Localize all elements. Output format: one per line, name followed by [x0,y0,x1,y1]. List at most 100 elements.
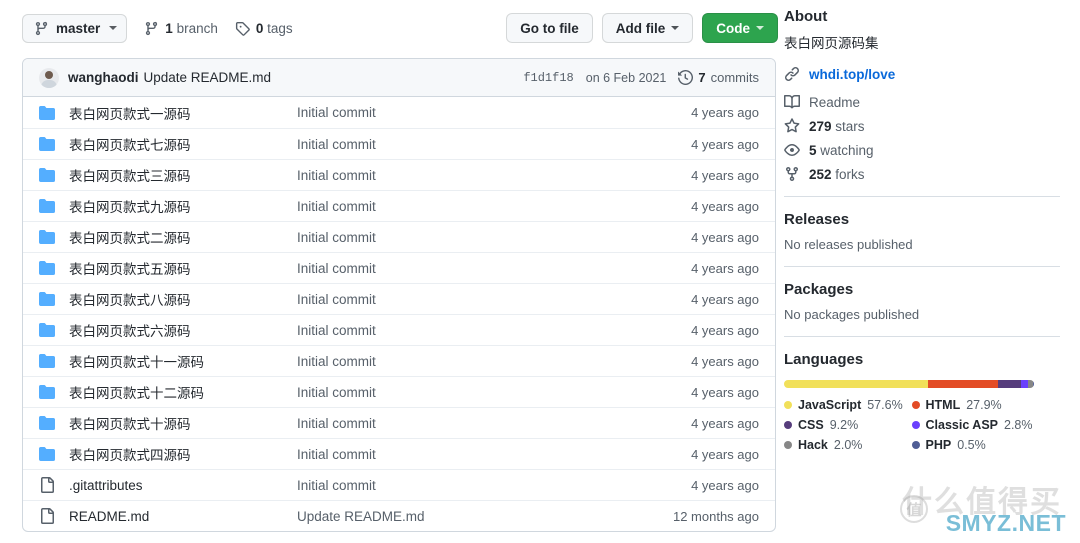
file-commit-message[interactable]: Initial commit [297,137,691,152]
language-name: Classic ASP [925,418,999,433]
table-row[interactable]: 表白网页款式十一源码 Initial commit 4 years ago [23,345,775,376]
language-legend-item[interactable]: CSS 9.2% [784,418,912,432]
language-name: Hack [798,438,828,453]
branches-link[interactable]: 1 branch [144,21,218,36]
forks-link[interactable]: 252 forks [784,166,1060,182]
github-repo-page: master 1 branch 0 tags Go to file Add fi… [0,0,1080,543]
language-percent: 27.9% [966,398,1002,413]
folder-icon [39,260,55,276]
commits-count-label: commits [710,70,759,85]
about-description: 表白网页源码集 [784,36,879,51]
commit-sha[interactable]: f1d1f18 [523,71,573,85]
table-row[interactable]: 表白网页款式九源码 Initial commit 4 years ago [23,190,775,221]
file-name[interactable]: 表白网页款式四源码 [69,444,297,464]
language-legend-item[interactable]: HTML 27.9% [911,398,1040,413]
code-button[interactable]: Code [702,13,778,43]
table-row[interactable]: 表白网页款式七源码 Initial commit 4 years ago [23,128,775,159]
file-commit-message[interactable]: Initial commit [297,416,691,431]
file-name[interactable]: 表白网页款式九源码 [69,196,297,216]
file-listing-box: wanghaodi Update README.md f1d1f18 on 6 … [22,58,776,532]
language-legend-item[interactable]: Classic ASP 2.8% [911,418,1040,433]
link-icon [784,66,800,82]
watching-label: watching [820,142,874,158]
packages-heading: Packages [784,281,854,299]
file-commit-age: 4 years ago [691,415,759,431]
file-name[interactable]: 表白网页款式一源码 [69,103,297,123]
history-clock-icon [678,70,694,85]
file-commit-age: 4 years ago [691,260,759,276]
table-row[interactable]: 表白网页款式二源码 Initial commit 4 years ago [23,221,775,252]
file-commit-age: 4 years ago [691,291,759,307]
language-legend-item[interactable]: JavaScript 57.6% [784,398,912,412]
file-commit-age: 4 years ago [691,446,759,462]
file-name[interactable]: 表白网页款式五源码 [69,258,297,278]
add-file-button[interactable]: Add file [601,13,694,43]
file-name[interactable]: 表白网页款式七源码 [69,134,297,154]
language-bar-segment [1020,380,1028,389]
language-legend-item[interactable]: PHP 0.5% [911,438,1040,452]
file-commit-message[interactable]: Update README.md [297,509,673,524]
file-commit-message[interactable]: Initial commit [297,354,691,369]
table-row[interactable]: 表白网页款式六源码 Initial commit 4 years ago [23,314,775,345]
branch-selector[interactable]: master [22,13,128,43]
file-name[interactable]: 表白网页款式十一源码 [69,351,297,371]
language-bar-segment [784,380,928,389]
file-name[interactable]: 表白网页款式八源码 [69,289,297,309]
table-row[interactable]: 表白网页款式三源码 Initial commit 4 years ago [23,159,775,190]
file-rows: 表白网页款式一源码 Initial commit 4 years ago 表白网页款式… [23,97,775,531]
readme-link[interactable]: Readme [784,94,1060,110]
homepage-link[interactable]: whdi.top/love [784,66,1060,82]
file-commit-message[interactable]: Initial commit [297,105,691,120]
file-commit-message[interactable]: Initial commit [297,447,691,462]
table-row[interactable]: 表白网页款式十源码 Initial commit 4 years ago [23,407,775,438]
tag-word: tags [267,20,293,36]
file-name[interactable]: 表白网页款式十二源码 [69,382,297,402]
file-commit-age: 4 years ago [691,136,759,152]
star-icon [784,118,800,134]
folder-icon [39,291,55,307]
table-row[interactable]: 表白网页款式一源码 Initial commit 4 years ago [23,97,775,128]
repo-sidebar: About 表白网页源码集 whdi.top/love Readme 279 s… [778,0,1080,543]
table-row[interactable]: 表白网页款式十二源码 Initial commit 4 years ago [23,376,775,407]
file-commit-message[interactable]: Initial commit [297,385,691,400]
file-commit-message[interactable]: Initial commit [297,168,691,183]
watchers-link[interactable]: 5 watching [784,142,1060,158]
homepage-url[interactable]: whdi.top/love [809,67,895,82]
folder-icon [39,229,55,245]
file-commit-message[interactable]: Initial commit [297,230,691,245]
divider [784,336,1060,338]
go-to-file-button[interactable]: Go to file [506,13,593,43]
language-percent: 9.2% [829,418,859,433]
commit-message[interactable]: Update README.md [144,70,272,85]
fork-icon [784,166,800,182]
commits-history-link[interactable]: 7 commits [678,70,759,85]
table-row[interactable]: 表白网页款式八源码 Initial commit 4 years ago [23,283,775,314]
language-name: CSS [798,418,824,433]
file-name[interactable]: 表白网页款式十源码 [69,413,297,433]
commit-author[interactable]: wanghaodi [68,70,139,85]
file-commit-message[interactable]: Initial commit [297,199,691,214]
stars-link[interactable]: 279 stars [784,118,1060,134]
table-row[interactable]: .gitattributes Initial commit 4 years ago [23,469,775,500]
avatar[interactable] [39,67,59,88]
file-commit-message[interactable]: Initial commit [297,323,691,338]
file-name[interactable]: 表白网页款式三源码 [69,165,297,185]
table-row[interactable]: README.md Update README.md 12 months ago [23,500,775,531]
file-commit-message[interactable]: Initial commit [297,292,691,307]
file-commit-message[interactable]: Initial commit [297,478,691,493]
file-name[interactable]: README.md [69,509,297,524]
folder-icon [39,322,55,338]
table-row[interactable]: 表白网页款式五源码 Initial commit 4 years ago [23,252,775,283]
file-commit-message[interactable]: Initial commit [297,261,691,276]
file-name[interactable]: .gitattributes [69,478,297,493]
file-name[interactable]: 表白网页款式二源码 [69,227,297,247]
language-bar [784,380,1034,389]
toolbar-actions: Go to file Add file Code [506,13,778,43]
tags-link[interactable]: 0 tags [235,21,293,36]
table-row[interactable]: 表白网页款式四源码 Initial commit 4 years ago [23,438,775,469]
language-legend-item[interactable]: Hack 2.0% [784,438,912,452]
language-color-dot [911,421,920,430]
file-name[interactable]: 表白网页款式六源码 [69,320,297,340]
releases-heading: Releases [784,211,850,229]
file-icon [39,508,55,524]
